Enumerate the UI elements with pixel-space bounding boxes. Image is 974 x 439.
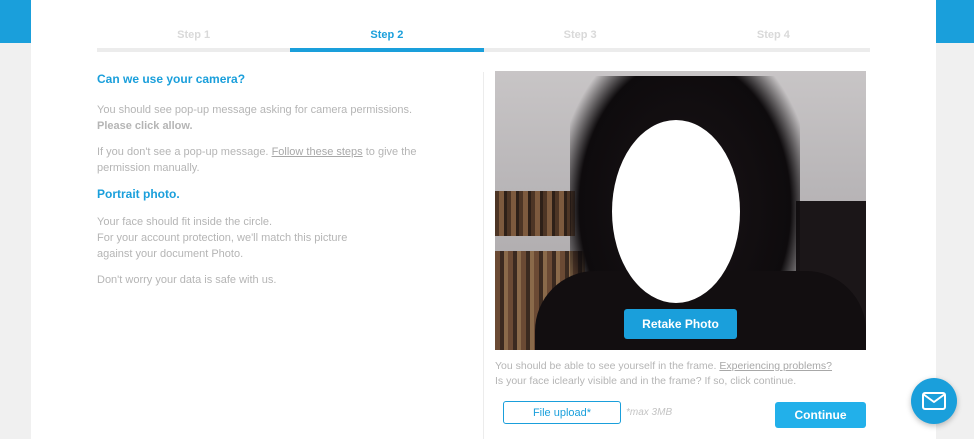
continue-button[interactable]: Continue	[775, 402, 866, 428]
contact-fab[interactable]	[911, 378, 957, 424]
mail-icon	[922, 392, 946, 410]
bookshelf-top	[495, 191, 575, 236]
step-label: Step 3	[563, 29, 597, 41]
face-guide-oval	[612, 120, 740, 303]
text-line: Your face should fit inside the circle.	[97, 216, 273, 228]
instructions-panel: Can we use your camera? You should see p…	[97, 72, 472, 288]
upload-size-note: *max 3MB	[626, 407, 673, 418]
text-line: against your document Photo.	[97, 248, 244, 260]
text-prefix: If you don't see a pop-up message.	[97, 146, 269, 158]
text-line: Please click allow.	[97, 120, 193, 132]
preview-help: You should be able to see yourself in th…	[495, 359, 875, 389]
file-upload-button[interactable]: File upload*	[503, 401, 621, 424]
text-line: You should see pop-up message asking for…	[97, 104, 413, 116]
follow-steps-link[interactable]: Follow these steps	[272, 146, 363, 158]
divider	[483, 72, 484, 439]
step-bar	[483, 48, 677, 52]
step-4[interactable]: Step 4	[676, 26, 870, 52]
step-label: Step 1	[177, 29, 211, 41]
portrait-instructions: Your face should fit inside the circle. …	[97, 214, 472, 262]
step-3[interactable]: Step 3	[483, 26, 677, 52]
step-2[interactable]: Step 2	[290, 26, 484, 52]
step-1[interactable]: Step 1	[97, 26, 291, 52]
step-label: Step 2	[370, 29, 404, 41]
help-line-2: Is your face iclearly visible and in the…	[495, 375, 797, 387]
retake-photo-button[interactable]: Retake Photo	[624, 309, 737, 339]
text-line: For your account protection, we'll match…	[97, 232, 348, 244]
step-label: Step 4	[756, 29, 790, 41]
help-text: You should be able to see yourself in th…	[495, 360, 717, 372]
step-bar	[97, 48, 291, 52]
step-bar	[290, 48, 484, 52]
camera-heading: Can we use your camera?	[97, 72, 246, 86]
portrait-heading: Portrait photo.	[97, 187, 180, 201]
help-line-1: You should be able to see yourself in th…	[495, 359, 875, 374]
experiencing-problems-link[interactable]: Experiencing problems?	[719, 360, 832, 372]
manual-permission-text: If you don't see a pop-up message. Follo…	[97, 144, 472, 176]
camera-permission-text: You should see pop-up message asking for…	[97, 102, 472, 134]
step-bar	[676, 48, 870, 52]
stepper: Step 1 Step 2 Step 3 Step 4	[97, 26, 870, 52]
data-safe-text: Don't worry your data is safe with us.	[97, 274, 277, 286]
